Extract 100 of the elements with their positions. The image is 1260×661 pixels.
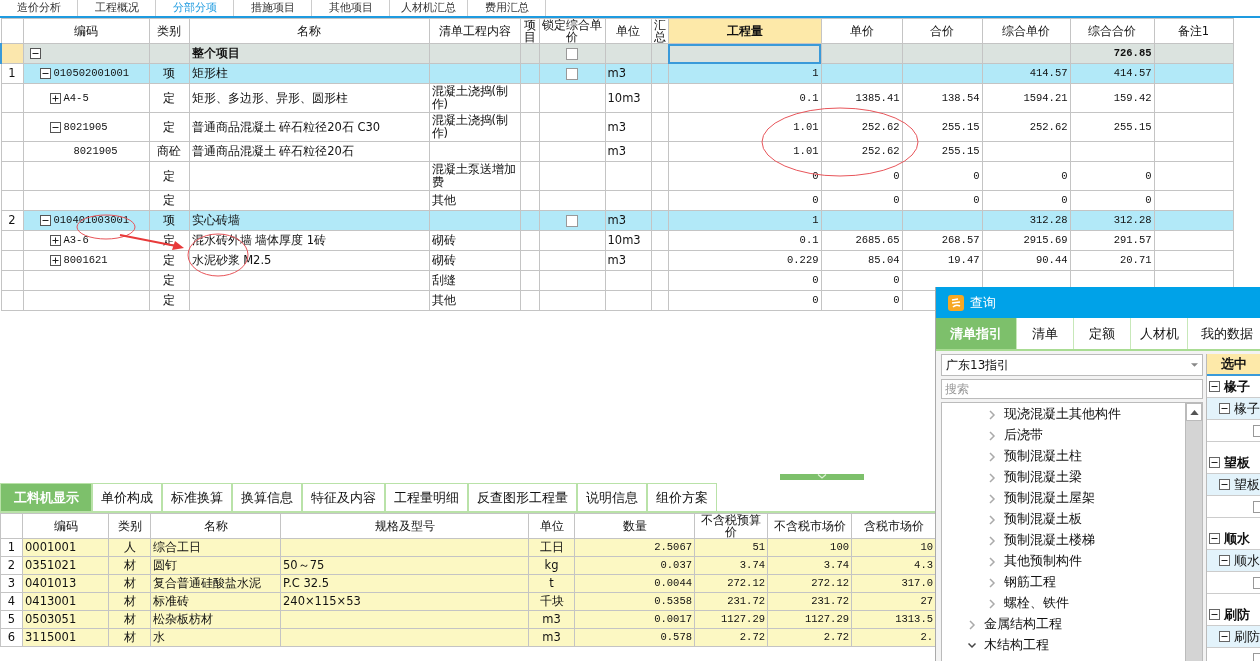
- chevron-right-icon[interactable]: [988, 577, 996, 588]
- column-header[interactable]: 含税市场价: [851, 513, 936, 539]
- tree-item[interactable]: 钢筋工程: [1004, 574, 1056, 591]
- tree-item[interactable]: 预制混凝土楼梯: [1004, 532, 1095, 549]
- minus-box-icon[interactable]: [1209, 457, 1220, 468]
- detail-tab[interactable]: 单价构成: [92, 483, 162, 511]
- column-header[interactable]: 规格及型号: [280, 513, 529, 539]
- minus-box-icon[interactable]: [1219, 631, 1230, 642]
- table-cell: 291.57: [1113, 234, 1152, 246]
- minus-box-icon[interactable]: [1209, 381, 1220, 392]
- detail-tab[interactable]: 反查图形工程量: [468, 483, 577, 511]
- column-header[interactable]: 编码: [23, 18, 149, 44]
- lock-checkbox[interactable]: [566, 47, 578, 60]
- column-header[interactable]: 工程量: [668, 18, 821, 44]
- column-header[interactable]: 单价: [821, 18, 902, 44]
- minus-box-icon[interactable]: [1209, 533, 1220, 544]
- chevron-right-icon[interactable]: [988, 409, 996, 420]
- checkbox[interactable]: [1253, 500, 1260, 513]
- scrollbar[interactable]: [1185, 403, 1202, 661]
- detail-tab[interactable]: 工程量明细: [385, 483, 468, 511]
- tree-item[interactable]: 预制混凝土屋架: [1004, 490, 1095, 507]
- minus-box-icon[interactable]: [29, 48, 41, 59]
- search-field[interactable]: 搜索: [941, 379, 1203, 399]
- column-header[interactable]: 单位: [605, 18, 651, 44]
- chevron-right-icon[interactable]: [968, 619, 976, 630]
- detail-tab[interactable]: 换算信息: [232, 483, 302, 511]
- column-header[interactable]: 数量: [574, 513, 695, 539]
- table-cell: 240×115×53: [283, 594, 361, 608]
- chevron-down-icon[interactable]: [968, 640, 976, 651]
- column-header[interactable]: 名称: [150, 513, 281, 539]
- column-header[interactable]: 名称: [189, 18, 429, 44]
- tree-item[interactable]: 螺栓、铁件: [1004, 595, 1069, 612]
- tree-item[interactable]: 金属结构工程: [984, 616, 1062, 633]
- detail-tab[interactable]: 标准换算: [162, 483, 232, 511]
- table-cell: 普通商品混凝土 碎石粒径20石: [191, 144, 354, 158]
- scroll-up-icon[interactable]: [1189, 409, 1199, 415]
- query-tab[interactable]: 清单: [1017, 318, 1074, 349]
- table-cell: 414.57: [1029, 67, 1068, 79]
- column-header[interactable]: 锁定综合单价: [539, 18, 605, 44]
- tree-item[interactable]: 其他预制构件: [1004, 553, 1082, 570]
- chevron-right-icon[interactable]: [988, 493, 996, 504]
- column-header[interactable]: 合价: [902, 18, 982, 44]
- query-tab[interactable]: 人材机: [1131, 318, 1188, 349]
- detail-tab[interactable]: 说明信息: [577, 483, 647, 511]
- tree-item[interactable]: 现浇混凝土其他构件: [1004, 406, 1121, 423]
- chevron-right-icon[interactable]: [988, 535, 996, 546]
- column-header[interactable]: 单位: [528, 513, 575, 539]
- minus-box-icon[interactable]: [1219, 555, 1230, 566]
- chevron-right-icon[interactable]: [988, 451, 996, 462]
- lock-checkbox[interactable]: [566, 214, 578, 227]
- plus-box-icon[interactable]: [49, 92, 61, 104]
- column-header[interactable]: 编码: [22, 513, 109, 539]
- checkbox[interactable]: [1253, 576, 1260, 589]
- column-header[interactable]: 综合合价: [1070, 18, 1154, 44]
- module-tab[interactable]: 造价分析: [0, 0, 78, 16]
- column-header[interactable]: 不含税市场价: [767, 513, 852, 539]
- minus-box-icon[interactable]: [49, 121, 61, 133]
- table-cell: 100: [830, 541, 849, 553]
- module-tab[interactable]: 其他项目: [312, 0, 390, 16]
- group-title: 顺水: [1224, 529, 1250, 548]
- chevron-right-icon[interactable]: [988, 514, 996, 525]
- module-tab[interactable]: 措施项目: [234, 0, 312, 16]
- tree-item[interactable]: 预制混凝土板: [1004, 511, 1082, 528]
- detail-tab[interactable]: 特征及内容: [302, 483, 385, 511]
- column-header[interactable]: 类别: [108, 513, 151, 539]
- chevron-right-icon[interactable]: [988, 556, 996, 567]
- column-header[interactable]: 综合单价: [982, 18, 1070, 44]
- splitter-handle[interactable]: [780, 474, 864, 480]
- lock-checkbox[interactable]: [566, 67, 578, 80]
- detail-tab[interactable]: 组价方案: [647, 483, 717, 511]
- plus-box-icon[interactable]: [49, 235, 61, 246]
- tree-item[interactable]: 预制混凝土梁: [1004, 469, 1082, 486]
- plus-box-icon[interactable]: [49, 255, 61, 266]
- checkbox[interactable]: [1253, 424, 1260, 437]
- tree-item[interactable]: 后浇带: [1004, 427, 1043, 444]
- library-dropdown[interactable]: 广东13指引: [941, 354, 1203, 376]
- query-tab[interactable]: 我的数据: [1188, 318, 1260, 349]
- chevron-right-icon[interactable]: [988, 472, 996, 483]
- query-tab[interactable]: 定额: [1074, 318, 1131, 349]
- column-header[interactable]: 备注1: [1154, 18, 1233, 44]
- module-tab[interactable]: 人材机汇总: [390, 0, 468, 16]
- minus-box-icon[interactable]: [39, 215, 51, 226]
- chevron-right-icon[interactable]: [988, 598, 996, 609]
- column-header[interactable]: 清单工程内容: [429, 18, 520, 44]
- chevron-right-icon[interactable]: [988, 430, 996, 441]
- column-header[interactable]: 类别: [149, 18, 189, 44]
- minus-box-icon[interactable]: [1209, 609, 1220, 620]
- table-cell: 复合普通硅酸盐水泥: [153, 576, 261, 590]
- row-number: 5: [7, 612, 16, 626]
- minus-box-icon[interactable]: [39, 68, 51, 79]
- column-header[interactable]: 不含税预算价: [694, 513, 768, 539]
- tree-item[interactable]: 木结构工程: [984, 637, 1049, 654]
- tree-item[interactable]: 预制混凝土柱: [1004, 448, 1082, 465]
- minus-box-icon[interactable]: [1219, 403, 1230, 414]
- table-cell: 2685.65: [855, 234, 900, 246]
- table-cell: 252.62: [861, 120, 900, 133]
- module-tab[interactable]: 费用汇总: [468, 0, 546, 16]
- minus-box-icon[interactable]: [1219, 479, 1230, 490]
- module-tab[interactable]: 工程概况: [78, 0, 156, 16]
- table-cell: 0401013: [25, 576, 77, 590]
